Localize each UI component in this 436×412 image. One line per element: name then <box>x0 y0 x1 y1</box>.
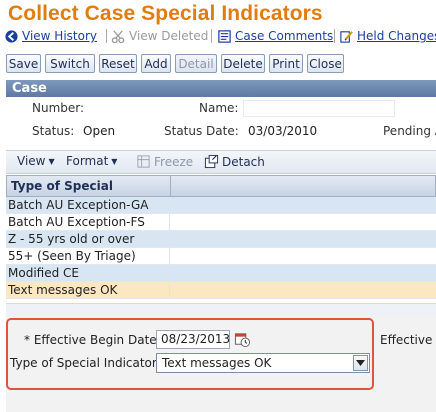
case-comments-link[interactable]: Case Comments <box>217 27 333 45</box>
pending-label: Pending A <box>383 124 436 138</box>
view-history-link[interactable]: View History <box>4 27 97 45</box>
format-menu-label: Format <box>66 154 109 168</box>
table-row-selected[interactable]: Text messages OK <box>6 282 436 299</box>
close-button[interactable]: Close <box>307 54 344 73</box>
table-row[interactable]: Z - 55 yrs old or over <box>6 231 436 248</box>
number-label: Number: <box>32 101 85 115</box>
save-button[interactable]: Save <box>6 54 41 73</box>
name-value <box>243 100 395 117</box>
table-cell: Batch AU Exception-FS <box>6 214 170 230</box>
calendar-icon[interactable] <box>234 331 251 348</box>
effective-begin-date-field[interactable]: 08/23/2013 <box>156 330 230 349</box>
table-cell: Z - 55 yrs old or over <box>6 231 170 247</box>
table-cell: 55+ (Seen By Triage) <box>6 248 170 264</box>
freeze-button[interactable]: Freeze <box>136 154 193 169</box>
detach-button[interactable]: Detach <box>204 154 265 169</box>
type-of-indicator-label: Type of Special Indicator: <box>10 356 161 370</box>
page-title: Collect Case Special Indicators <box>8 2 323 25</box>
table-row[interactable]: Batch AU Exception-FS <box>6 214 436 231</box>
type-of-indicator-value: Text messages OK <box>162 356 272 370</box>
view-deleted-link[interactable]: View Deleted <box>111 27 208 45</box>
status-label: Status: <box>32 124 75 138</box>
table-cell: Modified CE <box>6 265 170 281</box>
caret-down-icon: ▼ <box>111 156 118 166</box>
add-button[interactable]: Add <box>141 54 171 73</box>
delete-button[interactable]: Delete <box>221 54 265 73</box>
case-summary: Number: Name: Status: Open Status Date: … <box>6 97 436 145</box>
link-separator <box>211 29 212 43</box>
table-toolbar: View ▼ Format ▼ Freeze Detach <box>6 150 436 174</box>
detach-icon <box>204 154 219 169</box>
reset-button[interactable]: Reset <box>99 54 137 73</box>
table-header-row: Type of Special Indicator <box>6 175 436 213</box>
document-icon <box>218 29 231 43</box>
link-bar: View History View Deleted Case Comments … <box>4 27 436 45</box>
switch-button[interactable]: Switch <box>45 54 95 73</box>
dropdown-button[interactable] <box>353 355 368 371</box>
column-header-type[interactable]: Type of Special Indicator <box>7 176 171 213</box>
table-row[interactable]: Modified CE <box>6 265 436 282</box>
back-arrow-icon <box>5 29 18 43</box>
detach-label: Detach <box>222 154 265 169</box>
print-button[interactable]: Print <box>269 54 303 73</box>
pencil-icon <box>340 30 353 43</box>
caret-down-icon: ▼ <box>48 156 55 166</box>
view-menu[interactable]: View ▼ <box>17 154 55 168</box>
view-deleted-label: View Deleted <box>129 29 209 43</box>
scissors-icon <box>111 29 125 43</box>
chevron-down-icon <box>356 360 365 366</box>
effective-end-label: Effective E <box>380 333 436 347</box>
freeze-label: Freeze <box>154 154 194 169</box>
table-cell: Batch AU Exception-GA <box>6 197 170 213</box>
format-menu[interactable]: Format ▼ <box>66 154 117 168</box>
link-separator <box>334 29 335 43</box>
view-history-label: View History <box>22 29 97 43</box>
status-date-value: 03/03/2010 <box>248 124 318 138</box>
table-cell: Text messages OK <box>6 282 170 298</box>
held-changes-label: Held Changes <box>357 29 436 43</box>
table-row[interactable]: 55+ (Seen By Triage) <box>6 248 436 265</box>
detail-button[interactable]: Detail <box>175 54 217 73</box>
link-separator <box>106 29 107 43</box>
status-value: Open <box>83 124 116 138</box>
held-changes-link[interactable]: Held Changes <box>339 27 436 45</box>
effective-begin-label: * Effective Begin Date: <box>24 333 161 347</box>
case-section-header: Case <box>6 80 436 97</box>
name-label: Name: <box>199 101 239 115</box>
case-comments-label: Case Comments <box>235 29 334 43</box>
table-row[interactable]: Batch AU Exception-GA <box>6 197 436 214</box>
status-date-label: Status Date: <box>164 124 239 138</box>
view-menu-label: View <box>17 154 46 168</box>
type-of-indicator-select[interactable]: Text messages OK <box>156 353 370 373</box>
table-scrollbar[interactable] <box>6 303 436 316</box>
freeze-icon <box>137 155 150 168</box>
